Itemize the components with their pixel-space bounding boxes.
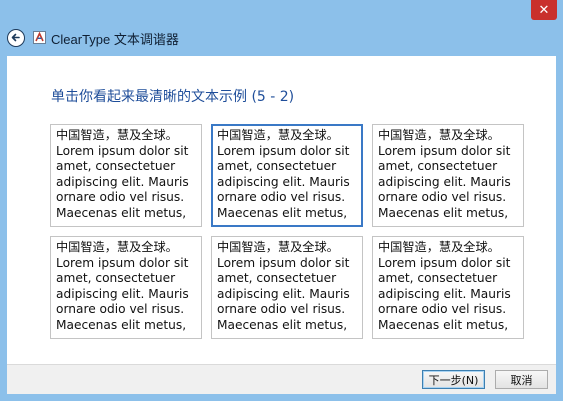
sample-text-line: ornare odio vel risus. — [56, 302, 185, 317]
sample-text-line: Maecenas elit metus, — [56, 317, 187, 332]
sample-text-line: 中国智造，慧及全球。 — [217, 128, 339, 142]
close-button[interactable]: ✕ — [531, 0, 557, 20]
sample-text-line: 中国智造，慧及全球。 — [56, 128, 178, 142]
text-sample-option[interactable]: 中国智造，慧及全球。 Lorem ipsum dolor sit amet, con… — [372, 236, 524, 339]
cancel-button[interactable]: 取消 — [495, 370, 548, 389]
sample-text-line: ornare odio vel risus. — [378, 302, 507, 317]
sample-text-line: adipiscing elit. Mauris — [378, 286, 511, 301]
sample-text-line: Lorem ipsum dolor sit — [56, 255, 189, 270]
sample-text-line: adipiscing elit. Mauris — [217, 174, 350, 189]
text-sample-option[interactable]: 中国智造，慧及全球。 Lorem ipsum dolor sit amet, con… — [50, 124, 202, 227]
sample-text-line: Lorem ipsum dolor sit — [378, 143, 511, 158]
sample-text-line: adipiscing elit. Mauris — [378, 174, 511, 189]
main-content: 单击你看起来最清晰的文本示例 (5 - 2) 中国智造，慧及全球。 Lorem i… — [7, 56, 556, 364]
sample-text-line: ornare odio vel risus. — [56, 190, 185, 205]
back-button[interactable] — [7, 29, 25, 47]
sample-text-line: 中国智造，慧及全球。 — [378, 128, 500, 142]
close-icon: ✕ — [538, 2, 550, 18]
back-arrow-icon — [11, 33, 20, 42]
text-sample-option[interactable]: 中国智造，慧及全球。 Lorem ipsum dolor sit amet, con… — [211, 236, 363, 339]
sample-text-line: amet, consectetuer — [378, 271, 498, 286]
sample-text-line: amet, consectetuer — [56, 271, 176, 286]
cleartype-tuner-window: ✕ ClearType 文本调谐器 单击你看起来最清晰的文本示例 (5 - 2)… — [0, 0, 563, 401]
sample-text-line: amet, consectetuer — [378, 159, 498, 174]
text-sample-option[interactable]: 中国智造，慧及全球。 Lorem ipsum dolor sit amet, con… — [211, 124, 363, 227]
sample-text-line: Lorem ipsum dolor sit — [56, 143, 189, 158]
sample-text-line: Maecenas elit metus, — [56, 205, 187, 220]
sample-text-line: amet, consectetuer — [217, 271, 337, 286]
sample-text-line: Maecenas elit metus, — [217, 317, 348, 332]
text-sample-option[interactable]: 中国智造，慧及全球。 Lorem ipsum dolor sit amet, con… — [50, 236, 202, 339]
sample-text-line: adipiscing elit. Mauris — [56, 286, 189, 301]
sample-text-line: adipiscing elit. Mauris — [56, 174, 189, 189]
sample-text-line: ornare odio vel risus. — [378, 190, 507, 205]
sample-text-line: Lorem ipsum dolor sit — [378, 255, 511, 270]
sample-text-line: ornare odio vel risus. — [217, 190, 346, 205]
title-bar: ClearType 文本调谐器 — [0, 22, 563, 54]
page-heading: 单击你看起来最清晰的文本示例 (5 - 2) — [51, 89, 295, 105]
sample-text-line: amet, consectetuer — [56, 159, 176, 174]
sample-text-line: Lorem ipsum dolor sit — [217, 143, 350, 158]
sample-text-line: Maecenas elit metus, — [378, 205, 509, 220]
cleartype-app-icon — [33, 31, 46, 44]
sample-text-line: Lorem ipsum dolor sit — [217, 255, 350, 270]
sample-text-line: 中国智造，慧及全球。 — [56, 240, 178, 254]
sample-text-line: ornare odio vel risus. — [217, 302, 346, 317]
sample-text-line: Maecenas elit metus, — [378, 317, 509, 332]
sample-text-line: adipiscing elit. Mauris — [217, 286, 350, 301]
sample-text-line: 中国智造，慧及全球。 — [217, 240, 339, 254]
sample-text-line: 中国智造，慧及全球。 — [378, 240, 500, 254]
window-title: ClearType 文本调谐器 — [51, 32, 179, 47]
sample-text-line: amet, consectetuer — [217, 159, 337, 174]
button-bar: 下一步(N) 取消 — [7, 364, 556, 394]
sample-text-line: Maecenas elit metus, — [217, 205, 348, 220]
text-sample-option[interactable]: 中国智造，慧及全球。 Lorem ipsum dolor sit amet, con… — [372, 124, 524, 227]
next-button[interactable]: 下一步(N) — [422, 370, 485, 389]
